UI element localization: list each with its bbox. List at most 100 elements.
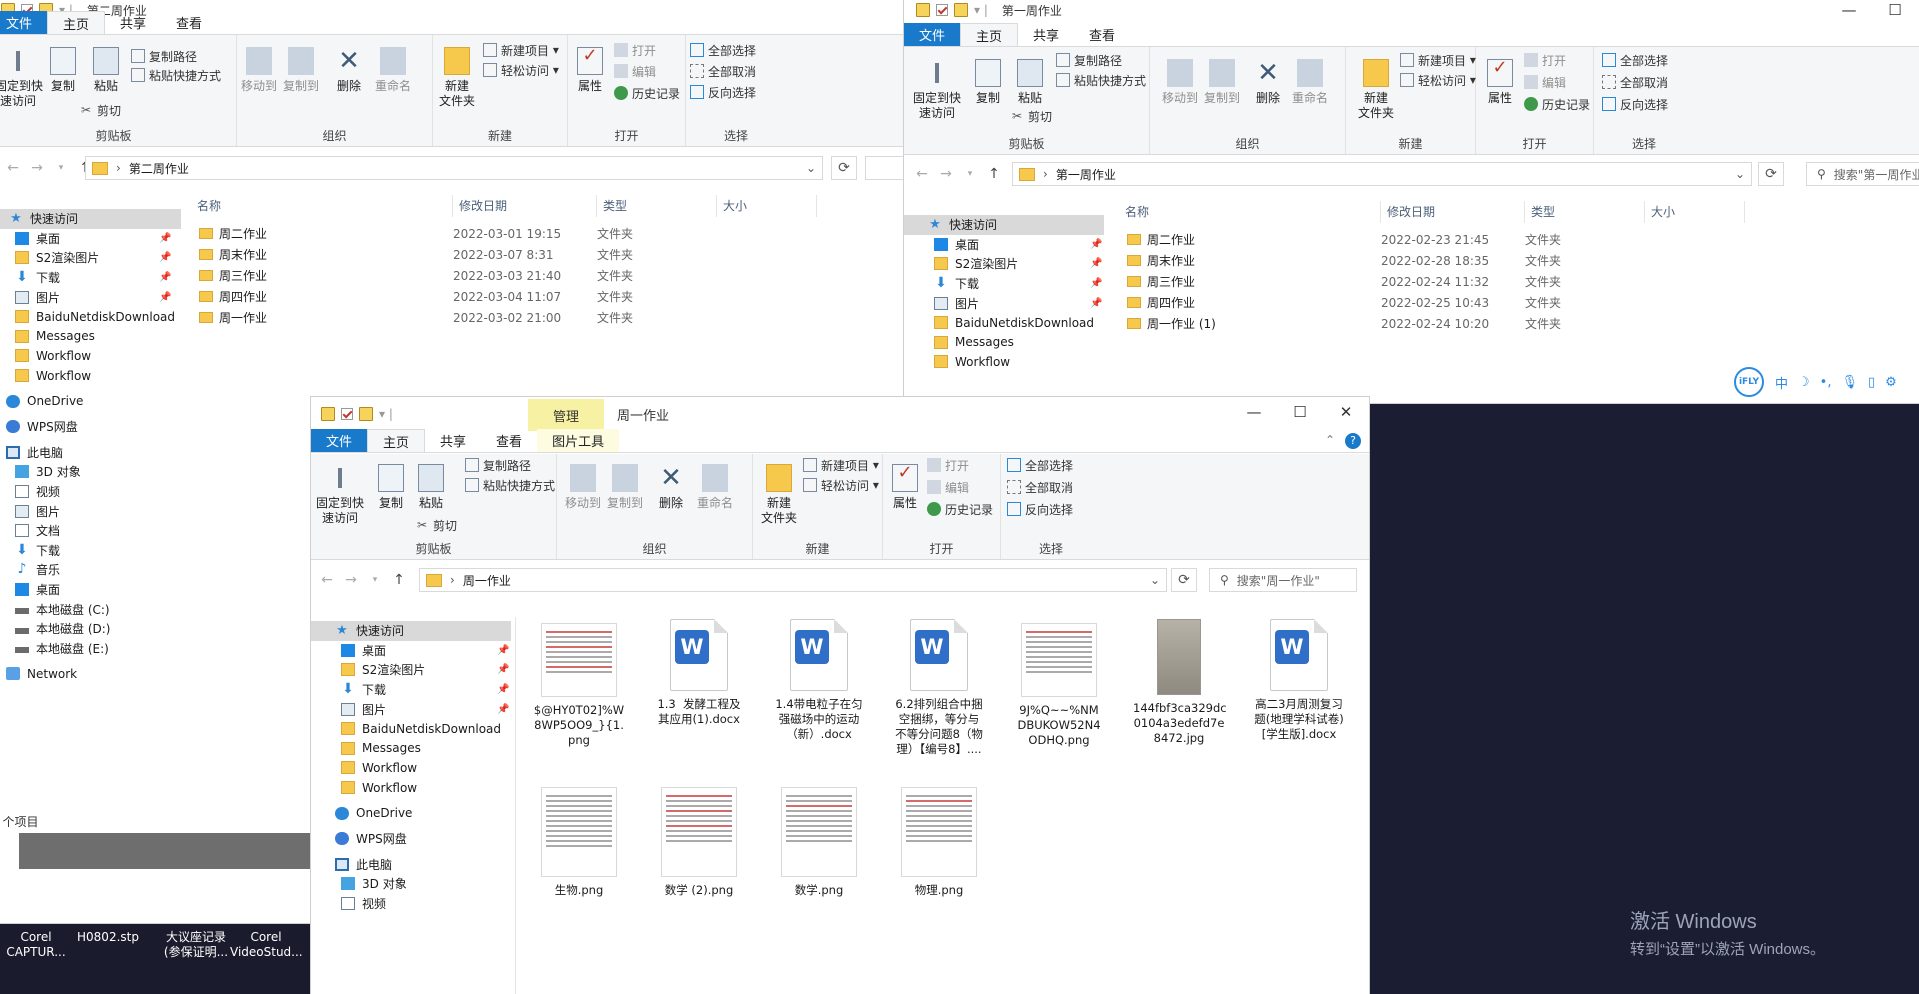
nav-this-pc[interactable]: 此电脑	[311, 855, 511, 875]
table-row[interactable]: 周三作业 2022-02-24 11:32 文件夹	[1127, 273, 1919, 290]
invert-selection-button[interactable]: 反向选择	[1007, 500, 1073, 518]
nav-documents[interactable]: 文档	[0, 521, 181, 541]
history-button[interactable]: 历史记录	[927, 500, 993, 518]
maximize-icon[interactable]: ☐	[1872, 0, 1918, 25]
nav-workflow[interactable]: Workflow	[311, 778, 511, 798]
file-tile[interactable]: 生物.png	[533, 787, 625, 898]
file-tile[interactable]: W 6.2排列组合中捆 空捆绑，等分与 不等分问题8（物 理）【编号8】....	[893, 619, 985, 757]
nav-quick-access[interactable]: ★ 快速访问	[904, 215, 1104, 235]
nav-desktop[interactable]: 桌面 📌	[311, 641, 511, 661]
paste-shortcut-button[interactable]: 粘贴快捷方式	[1056, 71, 1146, 89]
invert-selection-button[interactable]: 反向选择	[690, 83, 756, 101]
new-folder-button[interactable]: 新建 文件夹	[437, 43, 477, 109]
tab-manage[interactable]: 管理	[528, 399, 604, 431]
nav-3d-objects[interactable]: 3D 对象	[311, 874, 511, 894]
easy-access-button[interactable]: 轻松访问 ▾	[803, 476, 879, 494]
tab-share[interactable]: 共享	[105, 11, 161, 34]
file-tile[interactable]: W 1.4带电粒子在匀 强磁场中的运动 （新）.docx	[773, 619, 865, 742]
nav-onedrive[interactable]: OneDrive	[0, 391, 181, 411]
desktop-icon[interactable]: H0802.stp	[72, 930, 144, 945]
punctuation-icon[interactable]: •,	[1820, 375, 1832, 390]
nav-videos[interactable]: 视频	[311, 894, 511, 914]
move-to-button[interactable]: 移动到	[563, 460, 603, 511]
select-all-button[interactable]: 全部选择	[690, 41, 756, 59]
copy-to-button[interactable]: 复制到	[281, 43, 321, 94]
table-row[interactable]: 周一作业 2022-03-02 21:00 文件夹	[199, 309, 891, 326]
history-button[interactable]: 历史记录	[1524, 95, 1590, 113]
nav-downloads[interactable]: ⬇ 下载	[0, 541, 181, 561]
column-header-modified[interactable]: 修改日期	[453, 195, 597, 217]
table-row[interactable]: 周三作业 2022-03-03 21:40 文件夹	[199, 267, 891, 284]
ifly-logo-icon[interactable]: iFLY	[1734, 367, 1764, 397]
cut-button[interactable]: ✂ 剪切	[1010, 107, 1052, 125]
tab-file[interactable]: 文件	[904, 23, 961, 46]
cut-button[interactable]: ✂ 剪切	[79, 101, 121, 119]
refresh-button[interactable]: ⟳	[1758, 162, 1784, 186]
chevron-down-icon[interactable]: ⌄	[1735, 167, 1745, 181]
nav-desktop[interactable]: 桌面	[0, 580, 181, 600]
address-bar[interactable]: › 第一周作业 ⌄	[1012, 162, 1752, 186]
tab-view[interactable]: 查看	[161, 11, 217, 34]
refresh-button[interactable]: ⟳	[831, 156, 857, 180]
open-button[interactable]: 打开	[614, 41, 656, 59]
keyboard-icon[interactable]: ▯	[1868, 375, 1875, 390]
nav-workflow[interactable]: Workflow	[0, 366, 181, 386]
easy-access-button[interactable]: 轻松访问 ▾	[483, 61, 559, 79]
invert-selection-button[interactable]: 反向选择	[1602, 95, 1668, 113]
table-row[interactable]: 周末作业 2022-03-07 8:31 文件夹	[199, 246, 891, 263]
back-arrow-icon[interactable]: ←	[1, 160, 25, 176]
select-all-button[interactable]: 全部选择	[1602, 51, 1668, 69]
address-bar[interactable]: › 周一作业 ⌄	[419, 568, 1167, 592]
tab-home[interactable]: 主页	[960, 23, 1019, 46]
table-row[interactable]: 周四作业 2022-03-04 11:07 文件夹	[199, 288, 891, 305]
nav-this-pc[interactable]: 此电脑	[0, 443, 181, 463]
up-arrow-icon[interactable]: ↑	[982, 166, 1006, 182]
recent-dropdown-icon[interactable]: ▾	[49, 163, 73, 173]
tab-home[interactable]: 主页	[367, 429, 426, 452]
chevron-down-icon[interactable]: ⌄	[1150, 573, 1160, 587]
select-none-button[interactable]: 全部取消	[690, 62, 756, 80]
search-input[interactable]	[865, 156, 903, 180]
explorer-window-right[interactable]: ▾ | 第一周作业 — ☐ 文件 主页 共享 查看 固定到快 速访问 复制 粘贴…	[903, 0, 1919, 404]
select-all-button[interactable]: 全部选择	[1007, 456, 1073, 474]
explorer-window-front[interactable]: ▾ | 管理 周一作业 — ☐ ✕ 文件 主页 共享 查看 图片工具 ⌃ ? 固…	[310, 396, 1370, 994]
nav-3d-objects[interactable]: 3D 对象	[0, 462, 181, 482]
nav-pictures[interactable]: 图片 📌	[311, 699, 511, 719]
search-input[interactable]: ⚲ 搜索"周一作业"	[1209, 568, 1357, 592]
nav-downloads[interactable]: ⬇ 下载 📌	[904, 274, 1104, 294]
nav-videos[interactable]: 视频	[0, 482, 181, 502]
rename-button[interactable]: 重命名	[1290, 55, 1330, 106]
nav-quick-access[interactable]: ★ 快速访问	[311, 621, 511, 641]
paste-button[interactable]: 粘贴	[411, 460, 451, 511]
nav-quick-access[interactable]: ★ 快速访问	[0, 209, 181, 229]
nav-pictures[interactable]: 图片	[0, 501, 181, 521]
copy-to-button[interactable]: 复制到	[1202, 55, 1242, 106]
new-item-button[interactable]: 新建项目 ▾	[483, 41, 559, 59]
rename-button[interactable]: 重命名	[695, 460, 735, 511]
copy-button[interactable]: 复制	[43, 43, 83, 94]
tab-share[interactable]: 共享	[425, 429, 481, 452]
back-arrow-icon[interactable]: ←	[315, 572, 339, 588]
pin-quick-access-button[interactable]: 固定到快 速访问	[912, 55, 962, 121]
minimize-icon[interactable]: —	[1826, 0, 1872, 25]
properties-check-icon[interactable]	[936, 4, 948, 16]
tab-file[interactable]: 文件	[311, 429, 368, 452]
back-arrow-icon[interactable]: ←	[910, 166, 934, 182]
cut-button[interactable]: ✂ 剪切	[415, 516, 457, 534]
nav-downloads[interactable]: ⬇ 下载 📌	[0, 268, 181, 288]
refresh-button[interactable]: ⟳	[1171, 568, 1197, 592]
forward-arrow-icon[interactable]: →	[934, 166, 958, 182]
tab-share[interactable]: 共享	[1018, 23, 1074, 46]
gear-icon[interactable]: ⚙	[1885, 375, 1897, 390]
select-none-button[interactable]: 全部取消	[1602, 73, 1668, 91]
nav-messages[interactable]: Messages	[0, 327, 181, 347]
file-tile[interactable]: 物理.png	[893, 787, 985, 898]
folder-icon[interactable]	[954, 3, 968, 17]
moon-icon[interactable]: ☽	[1798, 375, 1810, 390]
paste-shortcut-button[interactable]: 粘贴快捷方式	[131, 66, 221, 84]
file-tile[interactable]: 数学.png	[773, 787, 865, 898]
nav-pictures[interactable]: 图片 📌	[904, 293, 1104, 313]
file-tile[interactable]: 144fbf3ca329dc 0104a3edefd7e 8472.jpg	[1133, 619, 1227, 746]
folder-icon[interactable]	[359, 407, 373, 421]
file-tile[interactable]: $@HY0T02]%W 8WP5OO9_}{1. png	[533, 623, 625, 748]
